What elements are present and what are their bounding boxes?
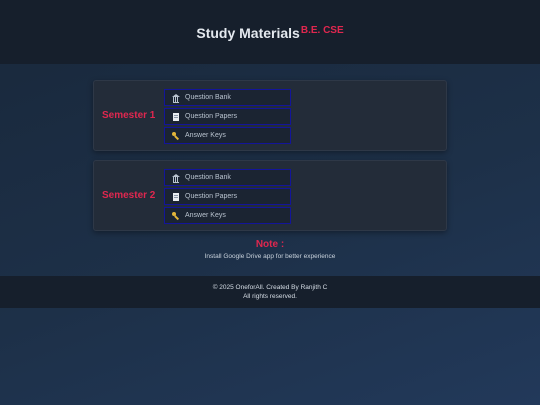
page-footer: © 2025 OneforAll. Created By Ranjith C A… (0, 276, 540, 308)
answer-keys-button[interactable]: Answer Keys (164, 207, 291, 224)
rights-text: All rights reserved. (243, 293, 297, 300)
answer-keys-button[interactable]: Answer Keys (164, 127, 291, 144)
semester-1-links: Question Bank Question Papers Answer Key… (164, 89, 291, 144)
document-icon (173, 192, 179, 201)
key-icon (172, 211, 180, 220)
note-text: Install Google Drive app for better expe… (204, 253, 336, 260)
question-papers-button[interactable]: Question Papers (164, 108, 291, 125)
page-subtitle: B.E. CSE (300, 25, 344, 36)
copyright-text: © 2025 OneforAll. Created By Ranjith C (212, 284, 328, 291)
key-icon (172, 131, 180, 140)
question-bank-button[interactable]: Question Bank (164, 169, 291, 186)
note-title: Note : (255, 239, 285, 250)
semester-label: Semester 2 (102, 190, 156, 201)
link-label: Question Bank (185, 174, 231, 181)
link-label: Answer Keys (185, 212, 226, 219)
question-papers-button[interactable]: Question Papers (164, 188, 291, 205)
question-bank-button[interactable]: Question Bank (164, 89, 291, 106)
link-label: Question Bank (185, 94, 231, 101)
semester-label: Semester 1 (102, 110, 156, 121)
semester-card-2: Semester 2 Question Bank Question Papers… (93, 160, 447, 231)
page-title: Study Materials (196, 24, 300, 41)
link-label: Question Papers (185, 113, 238, 120)
bank-icon (172, 93, 180, 103)
page-header: Study Materials B.E. CSE (0, 0, 540, 64)
link-label: Answer Keys (185, 132, 226, 139)
bank-icon (172, 173, 180, 183)
document-icon (173, 112, 179, 121)
semester-card-1: Semester 1 Question Bank Question Papers… (93, 80, 447, 151)
semester-2-links: Question Bank Question Papers Answer Key… (164, 169, 291, 224)
link-label: Question Papers (185, 193, 238, 200)
